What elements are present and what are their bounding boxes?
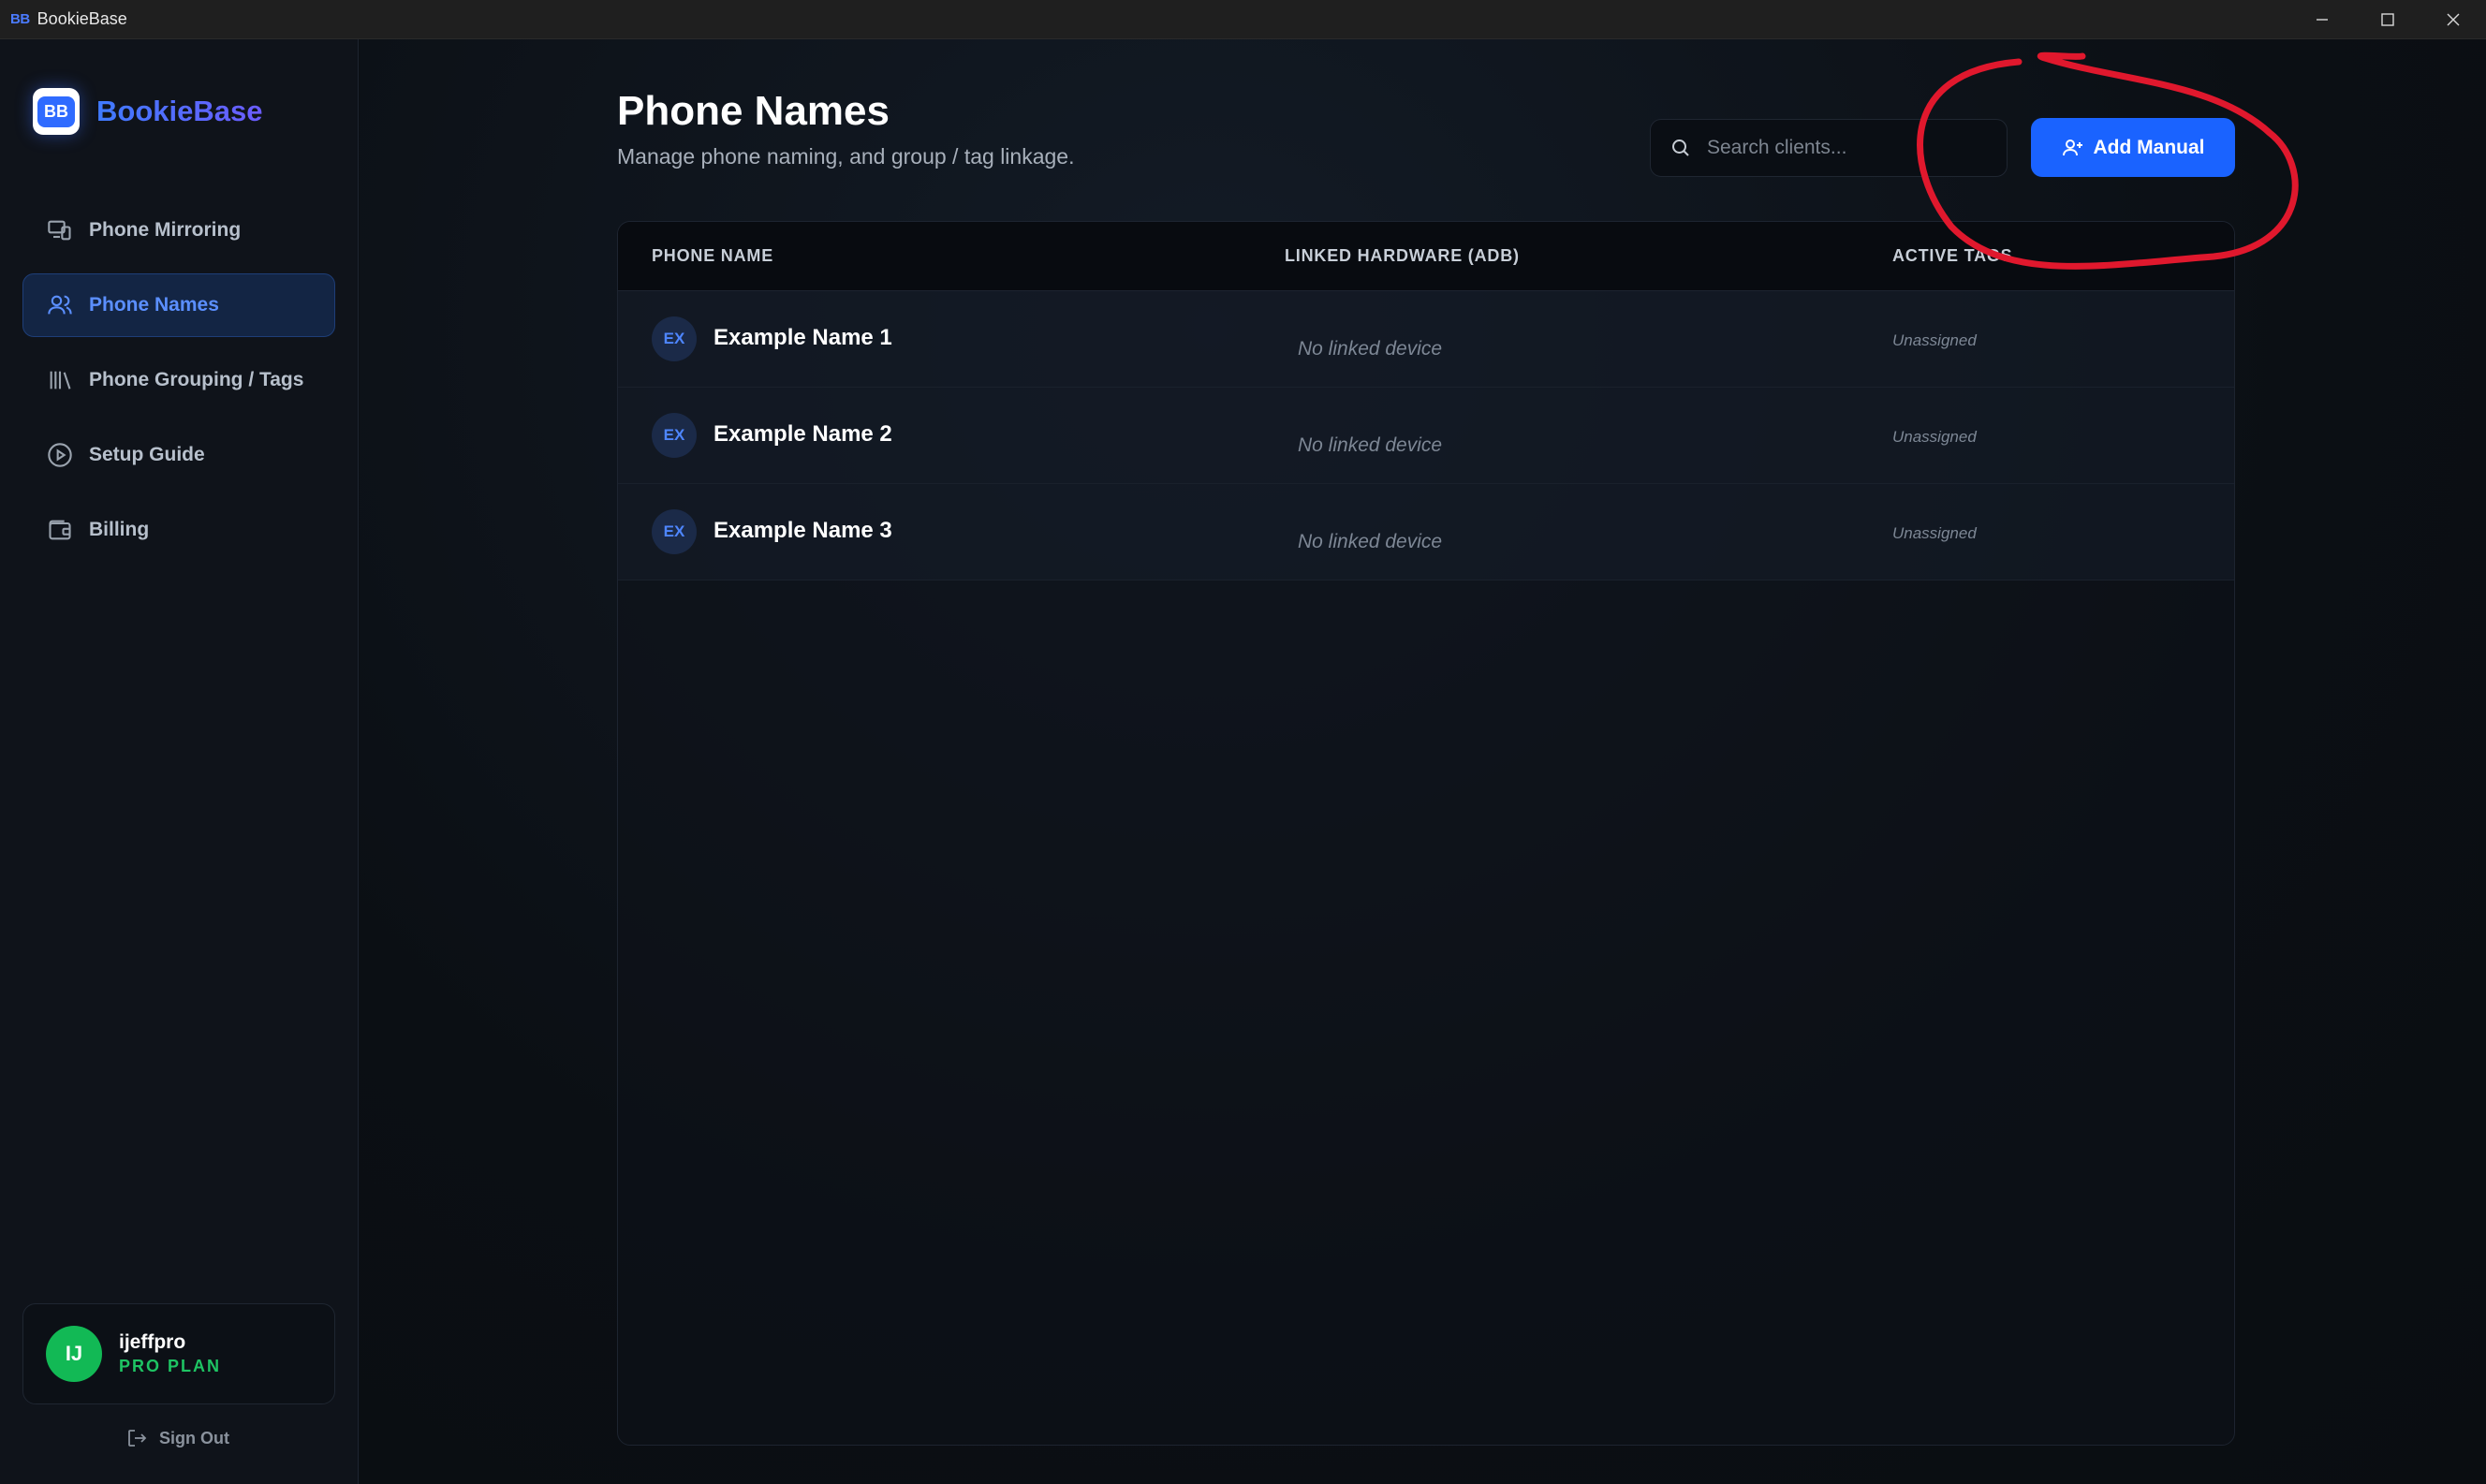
- linked-hardware: No linked device: [1298, 338, 1443, 360]
- search-input[interactable]: [1707, 137, 1988, 159]
- avatar: IJ: [46, 1326, 102, 1382]
- search-box[interactable]: [1650, 119, 2008, 177]
- column-header-phone-name[interactable]: PHONE NAME: [652, 246, 773, 266]
- column-header-active-tags[interactable]: ACTIVE TAGS: [1892, 246, 2012, 266]
- table-header: PHONE NAME LINKED HARDWARE (ADB) ACTIVE …: [618, 222, 2234, 291]
- sidebar-nav: Phone Mirroring Phone Names Phone Groupi…: [22, 198, 335, 573]
- wallet-icon: [46, 516, 74, 544]
- sidebar-item-label: Phone Mirroring: [89, 219, 242, 241]
- sign-out-button[interactable]: Sign Out: [125, 1427, 229, 1449]
- sidebar-item-label: Setup Guide: [89, 444, 205, 465]
- linked-hardware: No linked device: [1298, 531, 1443, 552]
- app-icon: BB: [10, 11, 30, 27]
- minimize-button[interactable]: [2289, 0, 2355, 39]
- active-tags: Unassigned: [1892, 524, 1977, 542]
- sidebar-item-setup-guide[interactable]: Setup Guide: [22, 423, 335, 487]
- phone-name: Example Name 3: [713, 518, 892, 543]
- maximize-icon: [2381, 13, 2394, 26]
- page-title: Phone Names: [617, 88, 890, 134]
- table-row[interactable]: EX Example Name 2 No linked device Unass…: [618, 388, 2234, 484]
- sidebar-item-label: Billing: [89, 519, 150, 540]
- phone-badge: EX: [652, 413, 697, 458]
- phone-badge: EX: [652, 509, 697, 554]
- page-subtitle: Manage phone naming, and group / tag lin…: [617, 144, 1075, 169]
- add-manual-label: Add Manual: [2093, 136, 2205, 158]
- active-tags: Unassigned: [1892, 428, 1977, 446]
- sidebar-item-billing[interactable]: Billing: [22, 498, 335, 562]
- linked-hardware: No linked device: [1298, 434, 1443, 456]
- library-icon: [46, 366, 74, 394]
- search-icon: [1672, 140, 1689, 156]
- maximize-button[interactable]: [2355, 0, 2420, 39]
- brand[interactable]: BB BookieBase: [33, 88, 262, 135]
- table-row[interactable]: EX Example Name 1 No linked device Unass…: [618, 291, 2234, 388]
- window-controls: [2289, 0, 2486, 39]
- phone-badge: EX: [652, 316, 697, 361]
- window-title: BookieBase: [37, 9, 127, 28]
- sign-out-label: Sign Out: [159, 1428, 229, 1447]
- add-user-icon: [2062, 139, 2082, 155]
- play-circle-icon: [46, 441, 74, 469]
- column-header-linked-hardware[interactable]: LINKED HARDWARE (ADB): [1285, 246, 1520, 266]
- brand-name: BookieBase: [96, 95, 263, 127]
- add-manual-button[interactable]: Add Manual: [2031, 118, 2235, 177]
- sidebar-item-label: Phone Names: [89, 294, 219, 316]
- phone-name: Example Name 1: [713, 325, 892, 350]
- close-icon: [2447, 13, 2460, 26]
- sidebar-item-phone-mirroring[interactable]: Phone Mirroring: [22, 198, 335, 262]
- user-card[interactable]: IJ ijeffpro PRO PLAN: [22, 1303, 335, 1404]
- users-icon: [46, 291, 74, 319]
- devices-icon: [46, 216, 74, 244]
- phone-name: Example Name 2: [713, 421, 892, 447]
- phone-names-table: PHONE NAME LINKED HARDWARE (ADB) ACTIVE …: [617, 221, 2235, 1446]
- sidebar-item-phone-grouping-tags[interactable]: Phone Grouping / Tags: [22, 348, 335, 412]
- active-tags: Unassigned: [1892, 331, 1977, 349]
- user-plan: PRO PLAN: [119, 1357, 222, 1375]
- brand-logo: BB: [33, 88, 80, 135]
- table-row[interactable]: EX Example Name 3 No linked device Unass…: [618, 484, 2234, 580]
- sign-out-icon: [128, 1430, 147, 1447]
- brand-logo-text: BB: [37, 96, 75, 127]
- app-window: BB BookieBase BB BookieBase Phone Mirror…: [0, 0, 2486, 1484]
- minimize-icon: [2317, 19, 2328, 21]
- sidebar-item-label: Phone Grouping / Tags: [89, 369, 304, 390]
- sidebar-item-phone-names[interactable]: Phone Names: [22, 273, 335, 337]
- sidebar: BB BookieBase Phone Mirroring Phone Name…: [0, 39, 359, 1484]
- user-meta: ijeffpro PRO PLAN: [119, 1331, 221, 1376]
- main-content: Phone Names Manage phone naming, and gro…: [360, 39, 2486, 1484]
- close-button[interactable]: [2420, 0, 2486, 39]
- user-name: ijeffpro: [119, 1331, 186, 1353]
- title-bar: BB BookieBase: [0, 0, 2486, 39]
